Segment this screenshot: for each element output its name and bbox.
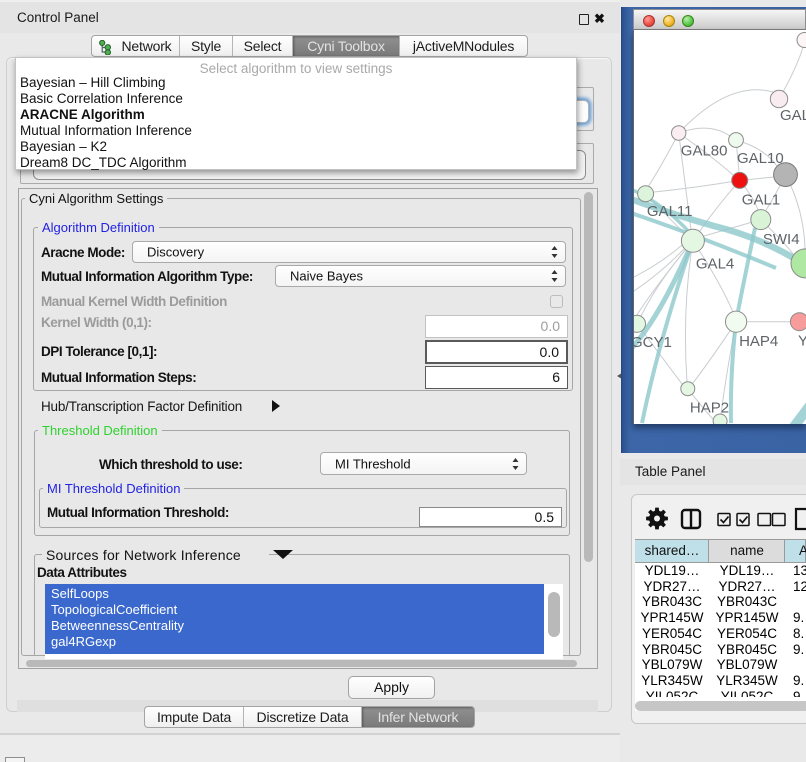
svg-text:HAP2: HAP2 [690,400,729,417]
svg-text:GAL4: GAL4 [696,256,734,273]
svg-text:GCY1: GCY1 [634,334,672,351]
svg-text:Y: Y [798,333,806,350]
svg-text:GAL10: GAL10 [737,150,784,167]
svg-text:SWI4: SWI4 [763,231,800,248]
svg-text:HAP4: HAP4 [739,333,778,350]
svg-text:GAL: GAL [780,107,806,124]
svg-text:GAL11: GAL11 [647,203,693,220]
svg-text:GAL80: GAL80 [681,143,728,160]
svg-text:GAL1: GAL1 [742,192,780,209]
